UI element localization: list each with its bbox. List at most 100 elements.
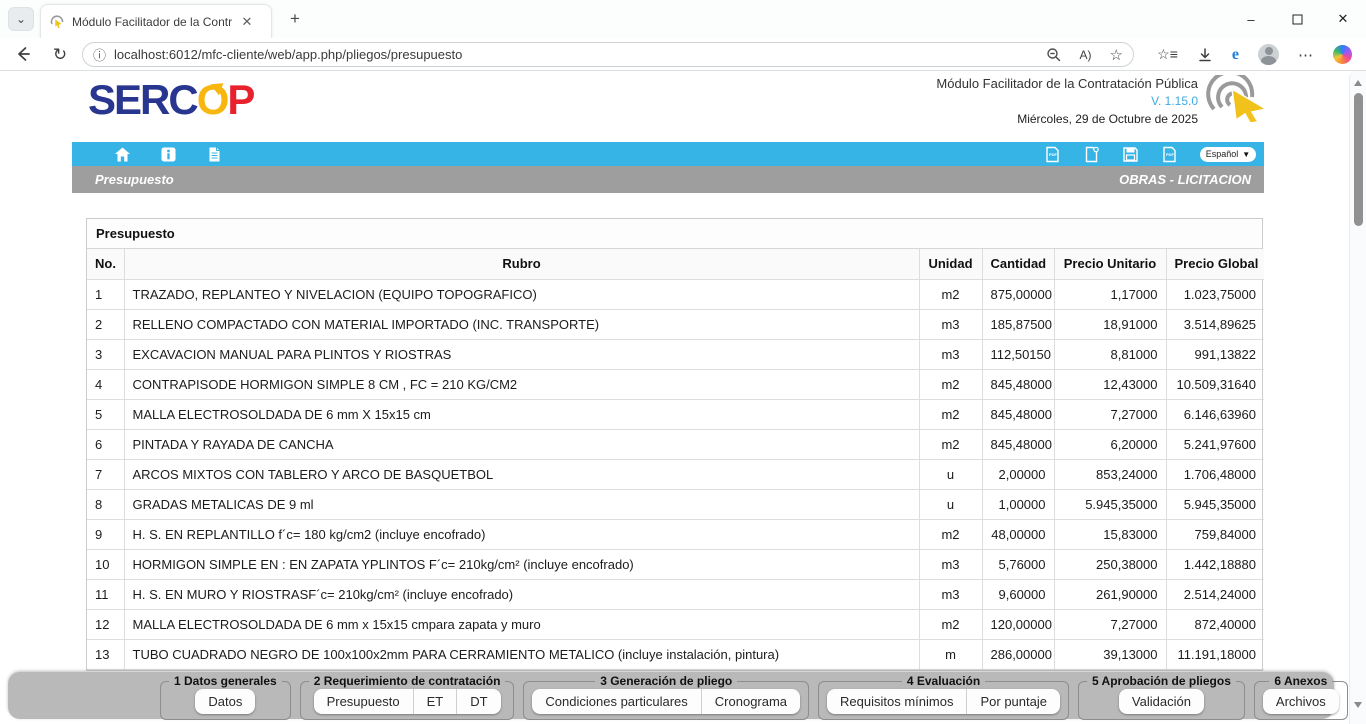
presupuesto-table: No. Rubro Unidad Cantidad Precio Unitari… [87,249,1264,670]
bottom-nav-section-2-requerimiento-de-contratacion: 2 Requerimiento de contrataciónPresupues… [300,674,515,720]
requisitos-minimos-button[interactable]: Requisitos mínimos [827,689,966,714]
scrollbar-down-icon[interactable] [1354,702,1362,708]
cell-unidad: m2 [919,519,982,549]
minimize-button[interactable]: – [1228,0,1274,38]
cell-precio-global: 1.706,48000 [1166,459,1264,489]
svg-text:PDF: PDF [1049,152,1058,157]
cell-no: 1 [87,279,124,309]
cell-cantidad: 120,00000 [982,609,1054,639]
tab-close-icon[interactable]: ✕ [238,13,256,31]
condiciones-particulares-button[interactable]: Condiciones particulares [532,689,700,714]
button-group: Requisitos mínimosPor puntaje [827,689,1060,714]
cell-cantidad: 1,00000 [982,489,1054,519]
cell-no: 10 [87,549,124,579]
cell-unidad: u [919,489,982,519]
browser-tabstrip: ⌄ Módulo Facilitador de la Contrata ✕ + … [0,0,1366,38]
cell-cantidad: 845,48000 [982,429,1054,459]
table-row: 10HORMIGON SIMPLE EN : EN ZAPATA YPLINTO… [87,549,1264,579]
site-info-icon[interactable]: ⓘ [93,45,106,64]
close-window-button[interactable]: ✕ [1320,0,1366,38]
table-row: 11H. S. EN MURO Y RIOSTRASF´c= 210kg/cm²… [87,579,1264,609]
section-label: 1 Datos generales [169,674,282,688]
tab-actions-chevron-icon[interactable]: ⌄ [8,7,34,31]
cell-precio-global: 11.191,18000 [1166,639,1264,669]
page-scrollbar[interactable] [1349,71,1366,724]
back-icon[interactable] [14,45,34,65]
tab-favicon-icon [49,14,65,30]
cell-rubro: H. S. EN REPLANTILLO f´c= 180 kg/cm2 (in… [124,519,919,549]
bottom-nav-panel: 1 Datos generalesDatos2 Requerimiento de… [8,672,1334,719]
table-row: 7ARCOS MIXTOS CON TABLERO Y ARCO DE BASQ… [87,459,1264,489]
sercop-logo: SERCOP [88,79,253,121]
cell-precio-global: 872,40000 [1166,609,1264,639]
cell-rubro: EXCAVACION MANUAL PARA PLINTOS Y RIOSTRA… [124,339,919,369]
chevron-down-icon: ▼ [1242,150,1250,159]
address-bar[interactable]: ⓘ localhost:6012/mfc-cliente/web/app.php… [82,42,1134,67]
refresh-icon[interactable]: ↻ [50,45,70,65]
cell-rubro: ARCOS MIXTOS CON TABLERO Y ARCO DE BASQU… [124,459,919,489]
copilot-icon[interactable] [1333,45,1352,64]
cell-unidad: m2 [919,399,982,429]
maximize-button[interactable] [1274,0,1320,38]
app-date: Miércoles, 29 de Octubre de 2025 [936,112,1198,126]
favorites-list-icon[interactable]: ☆≡ [1157,46,1178,63]
settings-ellipsis-icon[interactable]: ⋯ [1298,46,1314,64]
por-puntaje-button[interactable]: Por puntaje [966,689,1060,714]
datos-button[interactable]: Datos [195,689,255,714]
tab-title: Módulo Facilitador de la Contrata [72,15,232,29]
cell-cantidad: 9,60000 [982,579,1054,609]
favorite-star-icon[interactable]: ☆ [1110,46,1123,64]
archivos-button[interactable]: Archivos [1263,689,1339,714]
app-version: V. 1.15.0 [936,94,1198,108]
window-controls: – ✕ [1228,0,1366,38]
profile-avatar[interactable] [1258,44,1279,65]
zoom-out-icon[interactable] [1046,47,1062,63]
header-rubro: Rubro [124,249,919,279]
cell-no: 2 [87,309,124,339]
cell-rubro: MALLA ELECTROSOLDADA DE 6 mm x 15x15 cmp… [124,609,919,639]
button-group: Archivos [1263,689,1339,714]
document-icon[interactable] [206,146,223,163]
section-label: 5 Aprobación de pliegos [1087,674,1236,688]
section-label: 6 Anexos [1269,674,1332,688]
presupuesto-button[interactable]: Presupuesto [314,689,413,714]
browser-tab[interactable]: Módulo Facilitador de la Contrata ✕ [40,4,272,38]
new-document-icon[interactable] [1083,146,1100,163]
page-content: SERCOP Módulo Facilitador de la Contrata… [0,71,1366,724]
cell-no: 4 [87,369,124,399]
cell-precio-global: 10.509,31640 [1166,369,1264,399]
process-type-label: OBRAS - LICITACION [1119,172,1251,187]
cell-precio-global: 5.241,97600 [1166,429,1264,459]
cell-no: 11 [87,579,124,609]
downloads-icon[interactable] [1197,47,1213,63]
table-row: 1TRAZADO, REPLANTEO Y NIVELACION (EQUIPO… [87,279,1264,309]
ie-mode-icon[interactable]: e [1232,46,1239,64]
header-unidad: Unidad [919,249,982,279]
cell-unidad: m [919,639,982,669]
save-icon[interactable] [1122,146,1139,163]
home-icon[interactable] [114,146,131,163]
scrollbar-up-icon[interactable] [1354,80,1362,86]
cronograma-button[interactable]: Cronograma [701,689,800,714]
validacion-button[interactable]: Validación [1119,689,1204,714]
pdf-export-icon[interactable]: PDF [1044,146,1061,163]
cell-precio-unitario: 39,13000 [1054,639,1166,669]
bottom-nav-section-1-datos-generales: 1 Datos generalesDatos [160,674,291,720]
pdf-download-icon[interactable]: PDF [1161,146,1178,163]
bottom-nav-sections: 1 Datos generalesDatos2 Requerimiento de… [160,672,1348,720]
bottom-nav-section-3-generacion-de-pliego: 3 Generación de pliegoCondiciones partic… [523,674,809,720]
info-icon[interactable] [160,146,177,163]
cell-precio-unitario: 6,20000 [1054,429,1166,459]
new-tab-button[interactable]: + [284,9,306,31]
cell-precio-global: 3.514,89625 [1166,309,1264,339]
et-button[interactable]: ET [413,689,457,714]
language-select[interactable]: Español ▼ [1200,147,1256,162]
presupuesto-table-body: 1TRAZADO, REPLANTEO Y NIVELACION (EQUIPO… [87,279,1264,669]
dt-button[interactable]: DT [456,689,500,714]
read-aloud-icon[interactable]: A) [1080,48,1092,62]
cell-unidad: m2 [919,429,982,459]
cell-rubro: GRADAS METALICAS DE 9 ml [124,489,919,519]
language-value: Español [1206,149,1239,159]
scrollbar-thumb[interactable] [1354,93,1363,226]
url-text[interactable]: localhost:6012/mfc-cliente/web/app.php/p… [114,47,1038,62]
